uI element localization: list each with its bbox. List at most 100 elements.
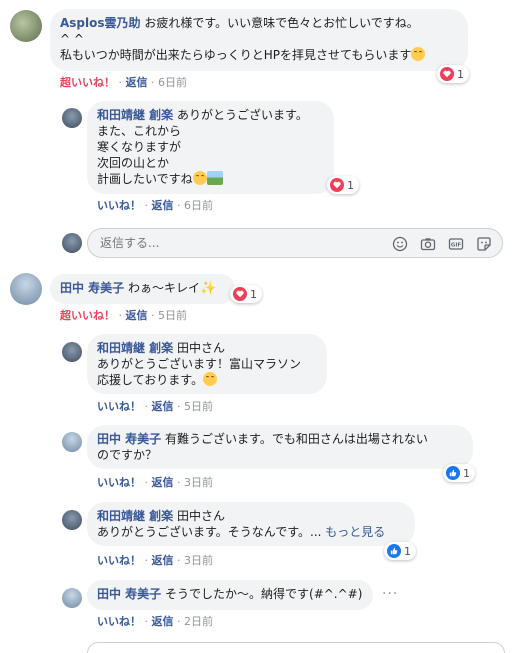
like-icon: [387, 544, 401, 558]
love-icon: [330, 178, 344, 192]
comment-author[interactable]: Asplos雲乃助: [60, 16, 141, 30]
mention-link[interactable]: 田中さん: [177, 509, 225, 523]
see-more-link[interactable]: もっと見る: [325, 525, 385, 539]
gif-icon[interactable]: GIF: [448, 236, 464, 252]
like-button[interactable]: いいね！: [97, 199, 141, 212]
separator: ·: [144, 615, 149, 628]
comment-bubble: 田中 寿美子 そうでしたか～。納得です(#^.^#): [87, 580, 373, 610]
reaction-count: 1: [457, 67, 464, 81]
reaction-badge[interactable]: 1: [384, 542, 416, 560]
separator: ·: [118, 309, 123, 322]
timestamp[interactable]: 2日前: [184, 615, 213, 628]
comment-bubble: 田中 寿美子 わぁ～キレイ✨: [50, 274, 235, 304]
avatar[interactable]: [62, 108, 82, 128]
more-options-icon[interactable]: ···: [382, 586, 398, 602]
reaction-badge[interactable]: 1: [327, 176, 359, 194]
comment-text: ありがとうございます！富山マラソン 応援しております。: [97, 357, 302, 387]
separator: ·: [118, 76, 123, 89]
emoji-icon[interactable]: [392, 236, 408, 252]
comment-actions: 超いいね！ · 返信 · 6日前: [60, 74, 187, 90]
camera-icon[interactable]: [420, 236, 436, 252]
avatar[interactable]: [62, 342, 82, 362]
mountain-emoji-icon: [206, 171, 223, 185]
avatar[interactable]: [62, 510, 82, 530]
comment-author[interactable]: 田中 寿美子: [97, 587, 161, 601]
reaction-count: 1: [404, 544, 411, 558]
comment-bubble: 和田靖継 創楽 田中さん ありがとうございます。そうなんです。... もっと見る: [87, 502, 415, 546]
timestamp[interactable]: 5日前: [184, 400, 213, 413]
comment-actions: いいね！ · 返信 · 6日前: [97, 197, 213, 213]
separator: ·: [177, 400, 181, 413]
comment-actions: いいね！ · 返信 · 2日前: [97, 613, 213, 629]
reaction-count: 1: [250, 287, 257, 301]
like-button[interactable]: いいね！: [97, 554, 141, 567]
avatar[interactable]: [62, 432, 82, 452]
comment-text: そうでしたか～。納得です(#^.^#): [165, 587, 363, 601]
reply-button[interactable]: 返信: [152, 199, 174, 212]
reply-button[interactable]: 返信: [126, 76, 148, 89]
comment-actions: いいね！ · 返信 · 3日前: [97, 474, 213, 490]
reaction-badge[interactable]: 1: [230, 285, 262, 303]
svg-text:GIF: GIF: [451, 243, 462, 249]
avatar[interactable]: [10, 273, 42, 305]
reply-input-box[interactable]: GIF: [87, 228, 503, 258]
comment-author[interactable]: 田中 寿美子: [60, 281, 124, 295]
separator: ·: [177, 554, 181, 567]
comment-text: ありがとうございます。そうなんです。...: [97, 525, 322, 539]
separator: ·: [151, 309, 155, 322]
comment-actions: 超いいね！ · 返信 · 5日前: [60, 307, 187, 323]
separator: ·: [144, 476, 149, 489]
avatar: [62, 233, 82, 253]
love-icon: [233, 287, 247, 301]
separator: ·: [144, 400, 149, 413]
separator: ·: [177, 615, 181, 628]
like-button[interactable]: 超いいね！: [60, 76, 115, 89]
sparkles-emoji-icon: ✨: [200, 281, 217, 296]
comment-bubble: 和田靖継 創楽 田中さん ありがとうございます！富山マラソン 応援しております。: [87, 334, 327, 394]
comment-author[interactable]: 和田靖継 創楽: [97, 108, 173, 122]
like-icon: [446, 466, 460, 480]
avatar[interactable]: [62, 588, 82, 608]
reply-button[interactable]: 返信: [152, 615, 174, 628]
comment-text: わぁ～キレイ: [128, 281, 201, 295]
comment-author[interactable]: 和田靖継 創楽: [97, 509, 173, 523]
comment-author[interactable]: 田中 寿美子: [97, 432, 161, 446]
comment-actions: いいね！ · 返信 · 5日前: [97, 398, 213, 414]
reply-button[interactable]: 返信: [152, 476, 174, 489]
comment-bubble: 和田靖継 創楽 ありがとうございます。 また、これから 寒くなりますが 次回の山…: [87, 101, 334, 194]
avatar[interactable]: [10, 10, 42, 42]
smile-emoji-icon: [411, 47, 426, 61]
timestamp[interactable]: 3日前: [184, 554, 213, 567]
timestamp[interactable]: 3日前: [184, 476, 213, 489]
like-button[interactable]: いいね！: [97, 400, 141, 413]
mention-link[interactable]: 田中さん: [177, 341, 225, 355]
comment-text: 有難うございます。でも和田さんは出場されない: [165, 432, 428, 446]
reply-input[interactable]: [98, 235, 382, 251]
smile-emoji-icon: [203, 372, 218, 386]
separator: ·: [151, 76, 155, 89]
reply-button[interactable]: 返信: [152, 400, 174, 413]
love-icon: [440, 67, 454, 81]
comment-text: また、これから 寒くなりますが 次回の山とか 計画したいですね: [97, 124, 193, 186]
sticker-icon[interactable]: [476, 236, 492, 252]
reply-button[interactable]: 返信: [152, 554, 174, 567]
comment-author[interactable]: 和田靖継 創楽: [97, 341, 173, 355]
like-button[interactable]: いいね！: [97, 476, 141, 489]
separator: ·: [144, 199, 149, 212]
timestamp[interactable]: 6日前: [184, 199, 213, 212]
smile-emoji-icon: [192, 171, 207, 185]
timestamp[interactable]: 5日前: [158, 309, 187, 322]
reaction-badge[interactable]: 1: [443, 464, 475, 482]
reaction-badge[interactable]: 1: [437, 65, 469, 83]
separator: ·: [177, 199, 181, 212]
timestamp[interactable]: 6日前: [158, 76, 187, 89]
comment-bubble: 田中 寿美子 有難うございます。でも和田さんは出場されない のですか？: [87, 425, 473, 469]
comment-text: ありがとうございます。: [177, 108, 308, 122]
next-comment-edge: [87, 642, 505, 653]
like-button[interactable]: 超いいね！: [60, 309, 115, 322]
reply-button[interactable]: 返信: [126, 309, 148, 322]
like-button[interactable]: いいね！: [97, 615, 141, 628]
reaction-count: 1: [463, 466, 470, 480]
comment-text: のですか？: [97, 448, 158, 462]
comment-actions: いいね！ · 返信 · 3日前: [97, 552, 213, 568]
